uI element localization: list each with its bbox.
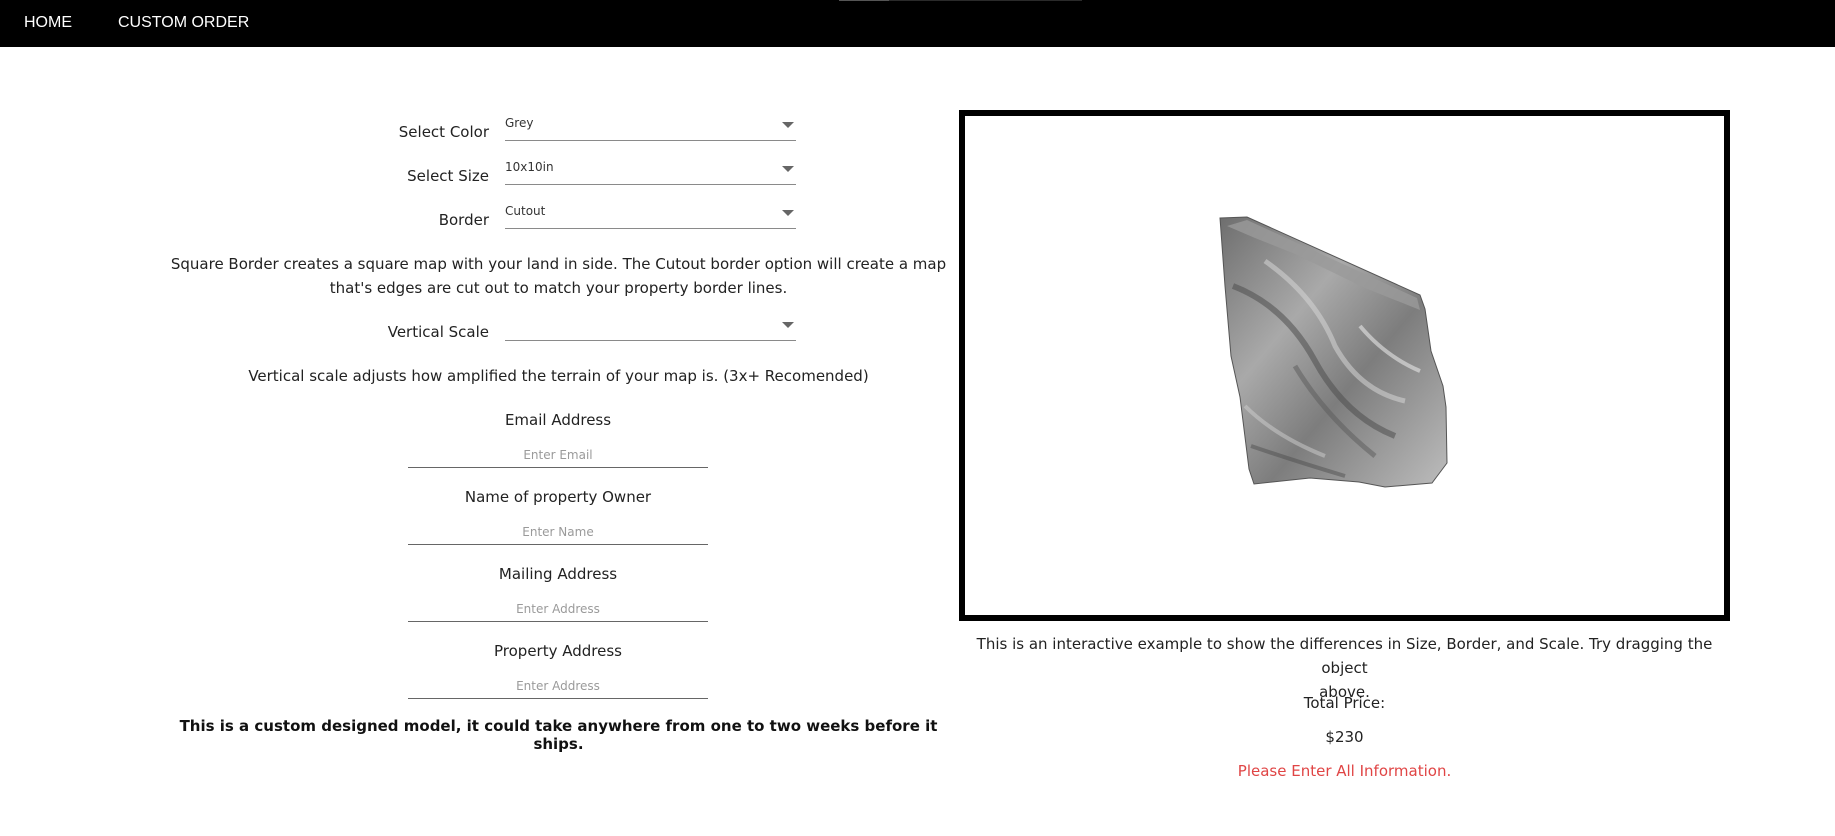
property-address-field[interactable] — [408, 673, 708, 699]
owner-name-label: Name of property Owner — [464, 488, 652, 506]
shipping-notice: This is a custom designed model, it coul… — [179, 717, 938, 753]
total-price-label: Total Price: — [1303, 694, 1386, 712]
preview-caption-line-1: This is an interactive example to show t… — [976, 635, 1713, 677]
terrain-model-icon — [1219, 216, 1448, 488]
size-label: Select Size — [407, 167, 489, 185]
nav-custom-order-link[interactable]: CUSTOM ORDER — [118, 14, 249, 32]
chevron-down-icon — [782, 166, 794, 172]
property-address-label: Property Address — [494, 642, 622, 660]
vertical-scale-select[interactable] — [505, 313, 796, 341]
chevron-down-icon — [782, 210, 794, 216]
border-label: Border — [438, 211, 489, 229]
validation-error-message: Please Enter All Information. — [1237, 762, 1452, 780]
color-select-value: Grey — [505, 116, 534, 130]
email-label: Email Address — [504, 411, 612, 429]
owner-name-field[interactable] — [408, 519, 708, 545]
vertical-scale-help-text: Vertical scale adjusts how amplified the… — [248, 367, 869, 385]
border-help-line-1: Square Border creates a square map with … — [170, 255, 947, 273]
total-price-value: $230 — [1325, 728, 1364, 746]
chevron-down-icon — [782, 322, 794, 328]
nav-home-link[interactable]: HOME — [24, 14, 72, 32]
nav-indicator-active — [839, 0, 889, 1]
size-select[interactable]: 10x10in — [505, 157, 796, 185]
border-help-line-2: that's edges are cut out to match your p… — [329, 279, 788, 297]
mailing-address-label: Mailing Address — [498, 565, 618, 583]
chevron-down-icon — [782, 122, 794, 128]
border-select-value: Cutout — [505, 204, 546, 218]
model-preview-canvas[interactable] — [959, 110, 1730, 621]
border-help-text: Square Border creates a square map with … — [160, 252, 957, 300]
email-field[interactable] — [408, 442, 708, 468]
border-select[interactable]: Cutout — [505, 201, 796, 229]
mailing-address-field[interactable] — [408, 596, 708, 622]
vertical-scale-label: Vertical Scale — [387, 323, 489, 341]
color-label: Select Color — [398, 123, 489, 141]
top-navbar: HOME CUSTOM ORDER — [0, 0, 1835, 47]
color-select[interactable]: Grey — [505, 113, 796, 141]
size-select-value: 10x10in — [505, 160, 554, 174]
